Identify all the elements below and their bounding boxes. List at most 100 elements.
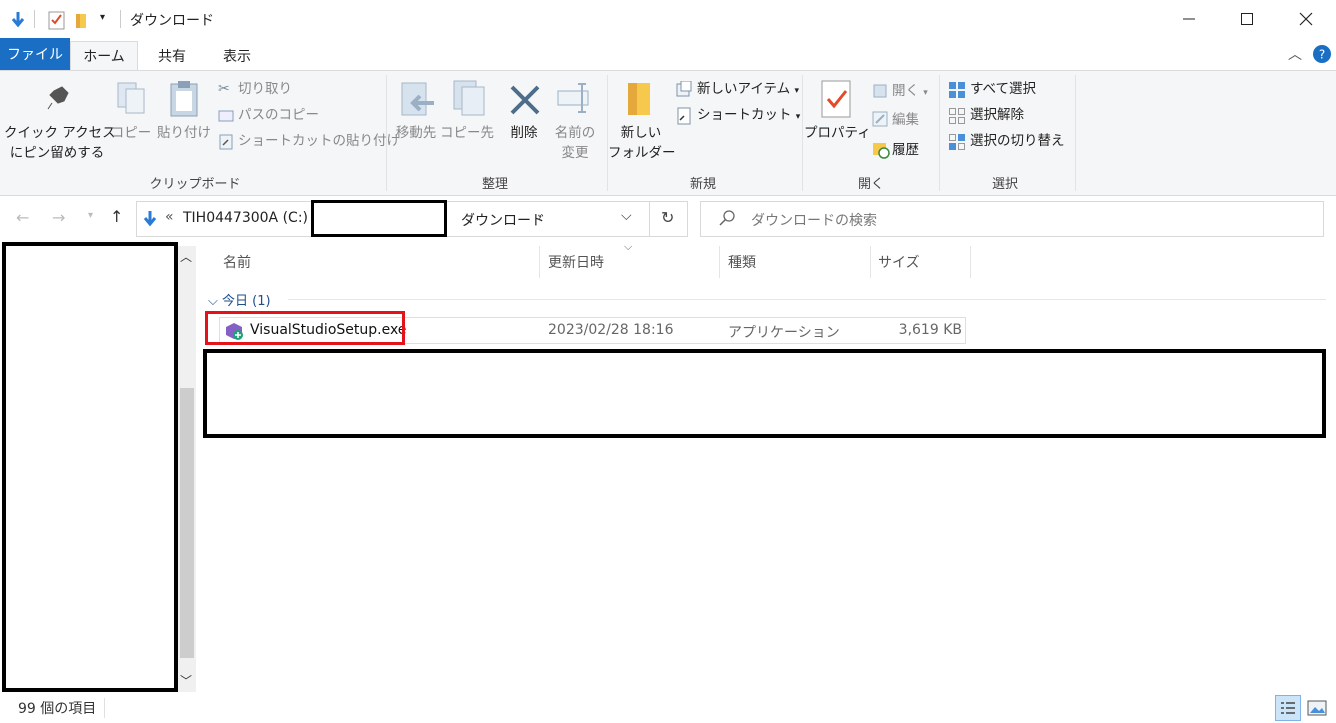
copy-to-button[interactable]: コピー先 <box>440 123 494 143</box>
large-icons-view-button[interactable] <box>1305 696 1329 723</box>
forward-icon[interactable]: → <box>52 208 65 227</box>
properties-large-icon <box>820 79 854 122</box>
new-folder-label-1: 新しい <box>620 125 662 141</box>
close-button[interactable] <box>1277 0 1335 38</box>
delete-icon <box>508 83 542 120</box>
customize-qat-icon[interactable]: ▾ <box>100 12 105 23</box>
shortcut-label: ショートカット <box>697 107 792 123</box>
search-placeholder: ダウンロードの検索 <box>751 213 877 229</box>
cut-icon: ✂ <box>218 81 230 97</box>
navigation-pane-redacted[interactable] <box>2 242 178 692</box>
paste-icon <box>168 79 200 120</box>
properties-icon[interactable] <box>48 10 66 33</box>
new-folder-button[interactable]: 新しい フォルダー <box>608 123 676 163</box>
highlight-annotation-box <box>205 311 405 345</box>
paste-button[interactable]: 貼り付け <box>156 123 212 143</box>
properties-button[interactable]: プロパティ <box>804 123 871 143</box>
rename-label-1: 名前の <box>554 125 596 141</box>
item-count: 99 個の項目 <box>18 701 97 717</box>
new-item-label: 新しいアイテム <box>697 81 791 97</box>
paste-shortcut-icon <box>218 133 234 154</box>
edit-button[interactable]: 編集 <box>892 110 919 130</box>
group-divider <box>386 75 387 191</box>
paste-shortcut-button[interactable]: ショートカットの貼り付け <box>238 131 400 151</box>
invert-selection-button[interactable]: 選択の切り替え <box>970 131 1065 151</box>
open-icon <box>872 83 888 102</box>
shortcut-button[interactable]: ショートカット ▾ <box>697 105 800 127</box>
collapse-ribbon-icon[interactable]: ︿ <box>1288 44 1302 64</box>
copy-path-button[interactable]: パスのコピー <box>238 105 319 125</box>
invert-selection-icon <box>948 133 966 154</box>
select-none-button[interactable]: 選択解除 <box>970 105 1024 125</box>
column-header-date[interactable]: 更新日時 <box>548 252 604 274</box>
delete-button[interactable]: 削除 <box>502 123 546 143</box>
new-item-button[interactable]: 新しいアイテム ▾ <box>697 79 799 101</box>
copy-button[interactable]: コピー <box>110 123 152 143</box>
tab-home[interactable]: ホーム <box>70 41 138 70</box>
scroll-up-icon[interactable]: ︿ <box>180 248 192 265</box>
column-header-name[interactable]: 名前 <box>223 252 251 274</box>
column-divider[interactable] <box>539 246 540 278</box>
breadcrumb-overflow[interactable]: « <box>165 209 174 225</box>
download-arrow-icon[interactable] <box>8 10 28 33</box>
new-folder-icon[interactable] <box>74 10 92 33</box>
select-all-button[interactable]: すべて選択 <box>970 79 1036 99</box>
select-all-icon <box>948 81 966 102</box>
rename-button[interactable]: 名前の 変更 <box>548 123 602 163</box>
refresh-icon[interactable]: ↻ <box>661 208 674 227</box>
pin-to-quick-access-button[interactable]: クイック アクセス にピン留めする <box>4 123 116 163</box>
search-box[interactable]: ダウンロードの検索 <box>700 201 1324 237</box>
history-button[interactable]: 履歴 <box>892 140 919 160</box>
scrollbar-thumb[interactable] <box>180 388 194 658</box>
new-folder-label-2: フォルダー <box>608 145 676 161</box>
navigation-row: ← → ▾ ↑ « TIH0447300A (C:) › ダウンロード › ⌵ … <box>0 196 1336 242</box>
tab-share[interactable]: 共有 <box>148 41 196 70</box>
tab-view[interactable]: 表示 <box>212 41 262 70</box>
maximize-button[interactable] <box>1218 0 1276 38</box>
breadcrumb-drive[interactable]: TIH0447300A (C:) <box>183 210 308 226</box>
scroll-down-icon[interactable]: ﹀ <box>180 672 192 689</box>
organize-group-label: 整理 <box>481 177 508 192</box>
tab-file[interactable]: ファイル <box>0 38 70 70</box>
file-date: 2023/02/28 18:16 <box>548 322 674 338</box>
column-header-type[interactable]: 種類 <box>728 252 756 274</box>
open-group-label: 開く <box>857 177 884 192</box>
select-none-icon <box>948 107 966 128</box>
file-size: 3,619 KB <box>898 322 962 338</box>
title-bar: ▾ ダウンロード <box>0 0 1336 38</box>
divider <box>649 202 650 236</box>
group-divider <box>939 75 940 191</box>
file-type: アプリケーション <box>728 325 840 341</box>
help-icon[interactable]: ? <box>1312 44 1332 67</box>
open-label: 開く <box>892 83 919 99</box>
divider <box>34 10 35 28</box>
group-divider <box>1075 75 1076 191</box>
pin-label-2: にピン留めする <box>9 145 105 161</box>
rename-label-2: 変更 <box>561 145 589 161</box>
minimize-button[interactable] <box>1160 0 1218 38</box>
column-divider[interactable] <box>970 246 971 278</box>
column-divider[interactable] <box>719 246 720 278</box>
move-to-button[interactable]: 移動先 <box>390 123 442 143</box>
up-icon[interactable]: ↑ <box>110 207 123 226</box>
address-dropdown-icon[interactable]: ⌵ <box>621 208 632 224</box>
breadcrumb-chevron-icon[interactable]: › <box>537 210 542 224</box>
open-button[interactable]: 開く ▾ <box>892 81 928 103</box>
column-header-size[interactable]: サイズ <box>878 252 920 274</box>
status-bar: 99 個の項目 <box>0 692 1336 723</box>
rename-icon <box>556 81 594 118</box>
breadcrumb-downloads[interactable]: ダウンロード <box>461 210 545 230</box>
recent-locations-icon[interactable]: ▾ <box>88 210 93 221</box>
back-icon[interactable]: ← <box>16 208 29 227</box>
divider <box>120 10 121 28</box>
cut-button[interactable]: 切り取り <box>238 79 292 99</box>
column-divider[interactable] <box>870 246 871 278</box>
group-header[interactable]: ⌵ 今日 (1) <box>208 290 271 309</box>
group-collapse-icon[interactable]: ⌵ <box>208 294 218 309</box>
copy-path-icon <box>218 109 234 126</box>
clipboard-group-label: クリップボード <box>149 177 241 192</box>
copy-icon <box>116 81 146 120</box>
details-view-button[interactable] <box>1275 695 1301 721</box>
new-item-icon <box>676 80 692 100</box>
group-label: 今日 (1) <box>222 294 271 309</box>
